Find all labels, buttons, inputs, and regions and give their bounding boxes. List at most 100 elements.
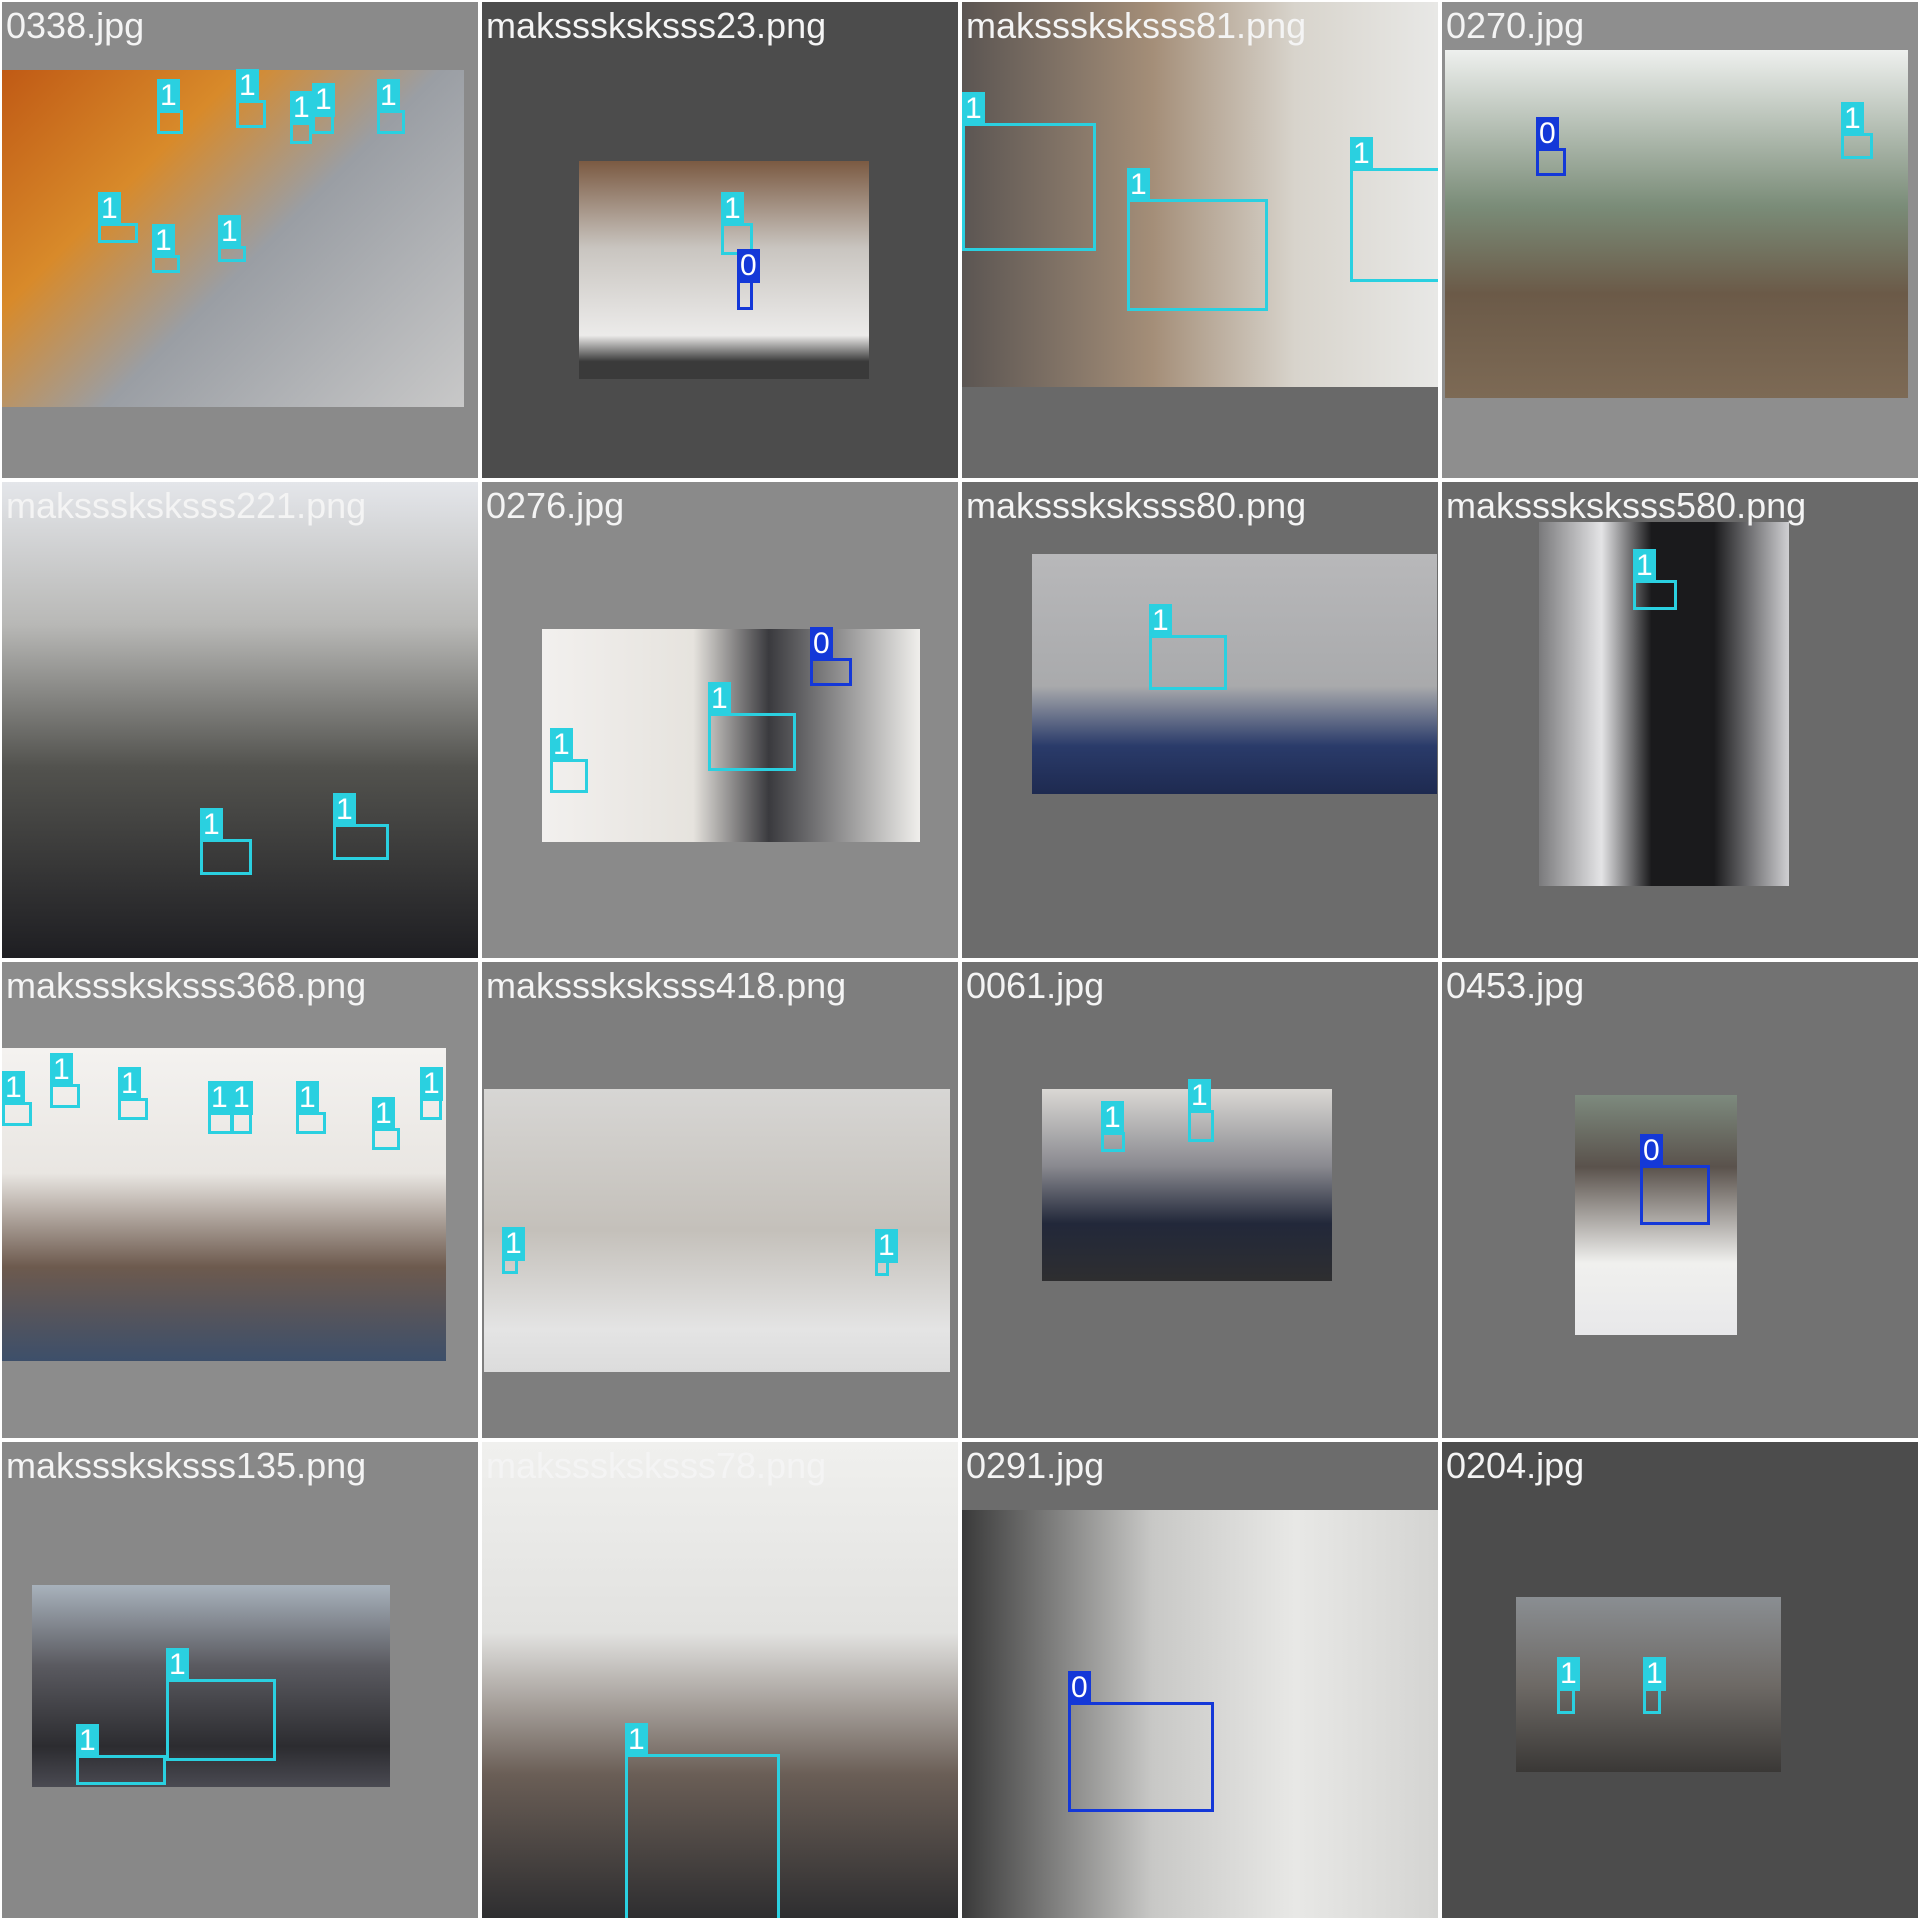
sample-photo [1445, 50, 1908, 398]
detection-box: 1 [1149, 604, 1227, 690]
detection-box: 1 [420, 1067, 443, 1120]
image-tile: 0291.jpg 0 [962, 1442, 1438, 1918]
image-tile: 0338.jpg 1 1 1 1 1 1 1 1 [2, 2, 478, 478]
detection-box: 1 [962, 92, 1096, 251]
image-filename: maksssksksss221.png [6, 485, 367, 526]
class-label: 1 [236, 69, 259, 103]
image-tile: 0061.jpg 1 1 [962, 962, 1438, 1438]
detection-box: 1 [708, 682, 796, 771]
class-label: 0 [1640, 1134, 1663, 1168]
image-filename: 0291.jpg [966, 1445, 1105, 1486]
detection-box: 1 [200, 808, 252, 875]
detection-box: 1 [290, 91, 313, 144]
image-filename: 0338.jpg [6, 5, 145, 46]
image-filename: maksssksksss580.png [1446, 485, 1807, 526]
detection-box: 0 [1536, 117, 1566, 176]
class-label: 1 [76, 1724, 99, 1758]
image-tile: maksssksksss135.png 1 1 [2, 1442, 478, 1918]
class-label: 1 [118, 1067, 141, 1101]
image-tile: 0270.jpg 0 1 [1442, 2, 1918, 478]
image-tile: 0453.jpg 0 [1442, 962, 1918, 1438]
detection-box: 0 [737, 249, 760, 310]
detection-box: 1 [1127, 168, 1268, 311]
image-filename: maksssksksss135.png [6, 1445, 367, 1486]
image-tile: maksssksksss221.png 1 1 [2, 482, 478, 958]
detection-box: 1 [236, 69, 266, 128]
class-label: 1 [1101, 1101, 1124, 1135]
image-tile: maksssksksss580.png 1 [1442, 482, 1918, 958]
class-label: 1 [218, 215, 241, 249]
class-label: 1 [1350, 137, 1373, 171]
detection-box: 1 [76, 1724, 166, 1785]
class-label: 1 [230, 1081, 253, 1115]
class-label: 1 [1188, 1079, 1211, 1113]
sample-photo [1539, 522, 1789, 886]
detection-box: 1 [50, 1053, 80, 1108]
class-label: 1 [377, 79, 400, 113]
image-filename: 0204.jpg [1446, 1445, 1585, 1486]
class-label: 0 [1536, 117, 1559, 151]
image-tile: maksssksksss418.png 1 1 [482, 962, 958, 1438]
class-label: 0 [737, 249, 760, 283]
image-filename: maksssksksss418.png [486, 965, 847, 1006]
image-filename: maksssksksss78.png [486, 1445, 827, 1486]
sample-photo [1042, 1089, 1332, 1281]
image-filename: maksssksksss23.png [486, 5, 827, 46]
image-filename: maksssksksss368.png [6, 965, 367, 1006]
class-label: 1 [1557, 1657, 1580, 1691]
image-filename: 0061.jpg [966, 965, 1105, 1006]
class-label: 1 [502, 1227, 525, 1261]
class-label: 1 [166, 1648, 189, 1682]
detection-box: 1 [1557, 1657, 1580, 1714]
detection-box: 1 [502, 1227, 525, 1274]
detection-box: 1 [372, 1097, 400, 1150]
detection-box: 1 [333, 793, 389, 860]
detection-box: 1 [1643, 1657, 1666, 1714]
image-filename: maksssksksss80.png [966, 485, 1307, 526]
class-label: 1 [98, 192, 121, 226]
detection-box: 1 [98, 192, 138, 243]
class-label: 1 [1149, 604, 1172, 638]
detection-box: 1 [312, 83, 335, 134]
class-label: 1 [50, 1053, 73, 1087]
image-tile: maksssksksss368.png 1 1 1 1 1 1 1 1 [2, 962, 478, 1438]
class-label: 1 [625, 1723, 648, 1757]
class-label: 0 [810, 627, 833, 661]
detection-box: 1 [118, 1067, 148, 1120]
class-label: 1 [200, 808, 223, 842]
class-label: 1 [1841, 102, 1864, 136]
image-filename: 0453.jpg [1446, 965, 1585, 1006]
class-label: 0 [1068, 1671, 1091, 1705]
detection-grid: 0338.jpg 1 1 1 1 1 1 1 1 maksssksksss23.png 1 0 maks… [0, 0, 1920, 1920]
class-label: 1 [550, 728, 573, 762]
sample-photo [1032, 554, 1437, 794]
class-label: 1 [420, 1067, 443, 1101]
class-label: 1 [1633, 549, 1656, 583]
image-filename: 0270.jpg [1446, 5, 1585, 46]
detection-box: 1 [625, 1723, 780, 1918]
detection-box: 1 [550, 728, 588, 793]
detection-box: 1 [1350, 137, 1438, 282]
class-label: 1 [1127, 168, 1150, 202]
detection-box: 1 [230, 1081, 253, 1134]
class-label: 1 [152, 224, 175, 258]
class-label: 1 [2, 1071, 25, 1105]
detection-box: 0 [1640, 1134, 1710, 1225]
detection-box: 0 [1068, 1671, 1214, 1812]
image-tile: 0276.jpg 0 1 1 [482, 482, 958, 958]
class-label: 1 [312, 83, 335, 117]
class-label: 1 [1643, 1657, 1666, 1691]
detection-box: 1 [1841, 102, 1873, 159]
detection-box: 1 [2, 1071, 32, 1126]
sample-photo [2, 482, 478, 958]
image-filename: maksssksksss81.png [966, 5, 1307, 46]
detection-box: 1 [377, 79, 405, 134]
class-label: 1 [296, 1081, 319, 1115]
class-label: 1 [721, 192, 744, 226]
image-tile: 0204.jpg 1 1 [1442, 1442, 1918, 1918]
class-label: 1 [290, 91, 313, 125]
class-label: 1 [208, 1081, 231, 1115]
class-label: 1 [157, 79, 180, 113]
class-label: 1 [333, 793, 356, 827]
class-label: 1 [875, 1229, 898, 1263]
